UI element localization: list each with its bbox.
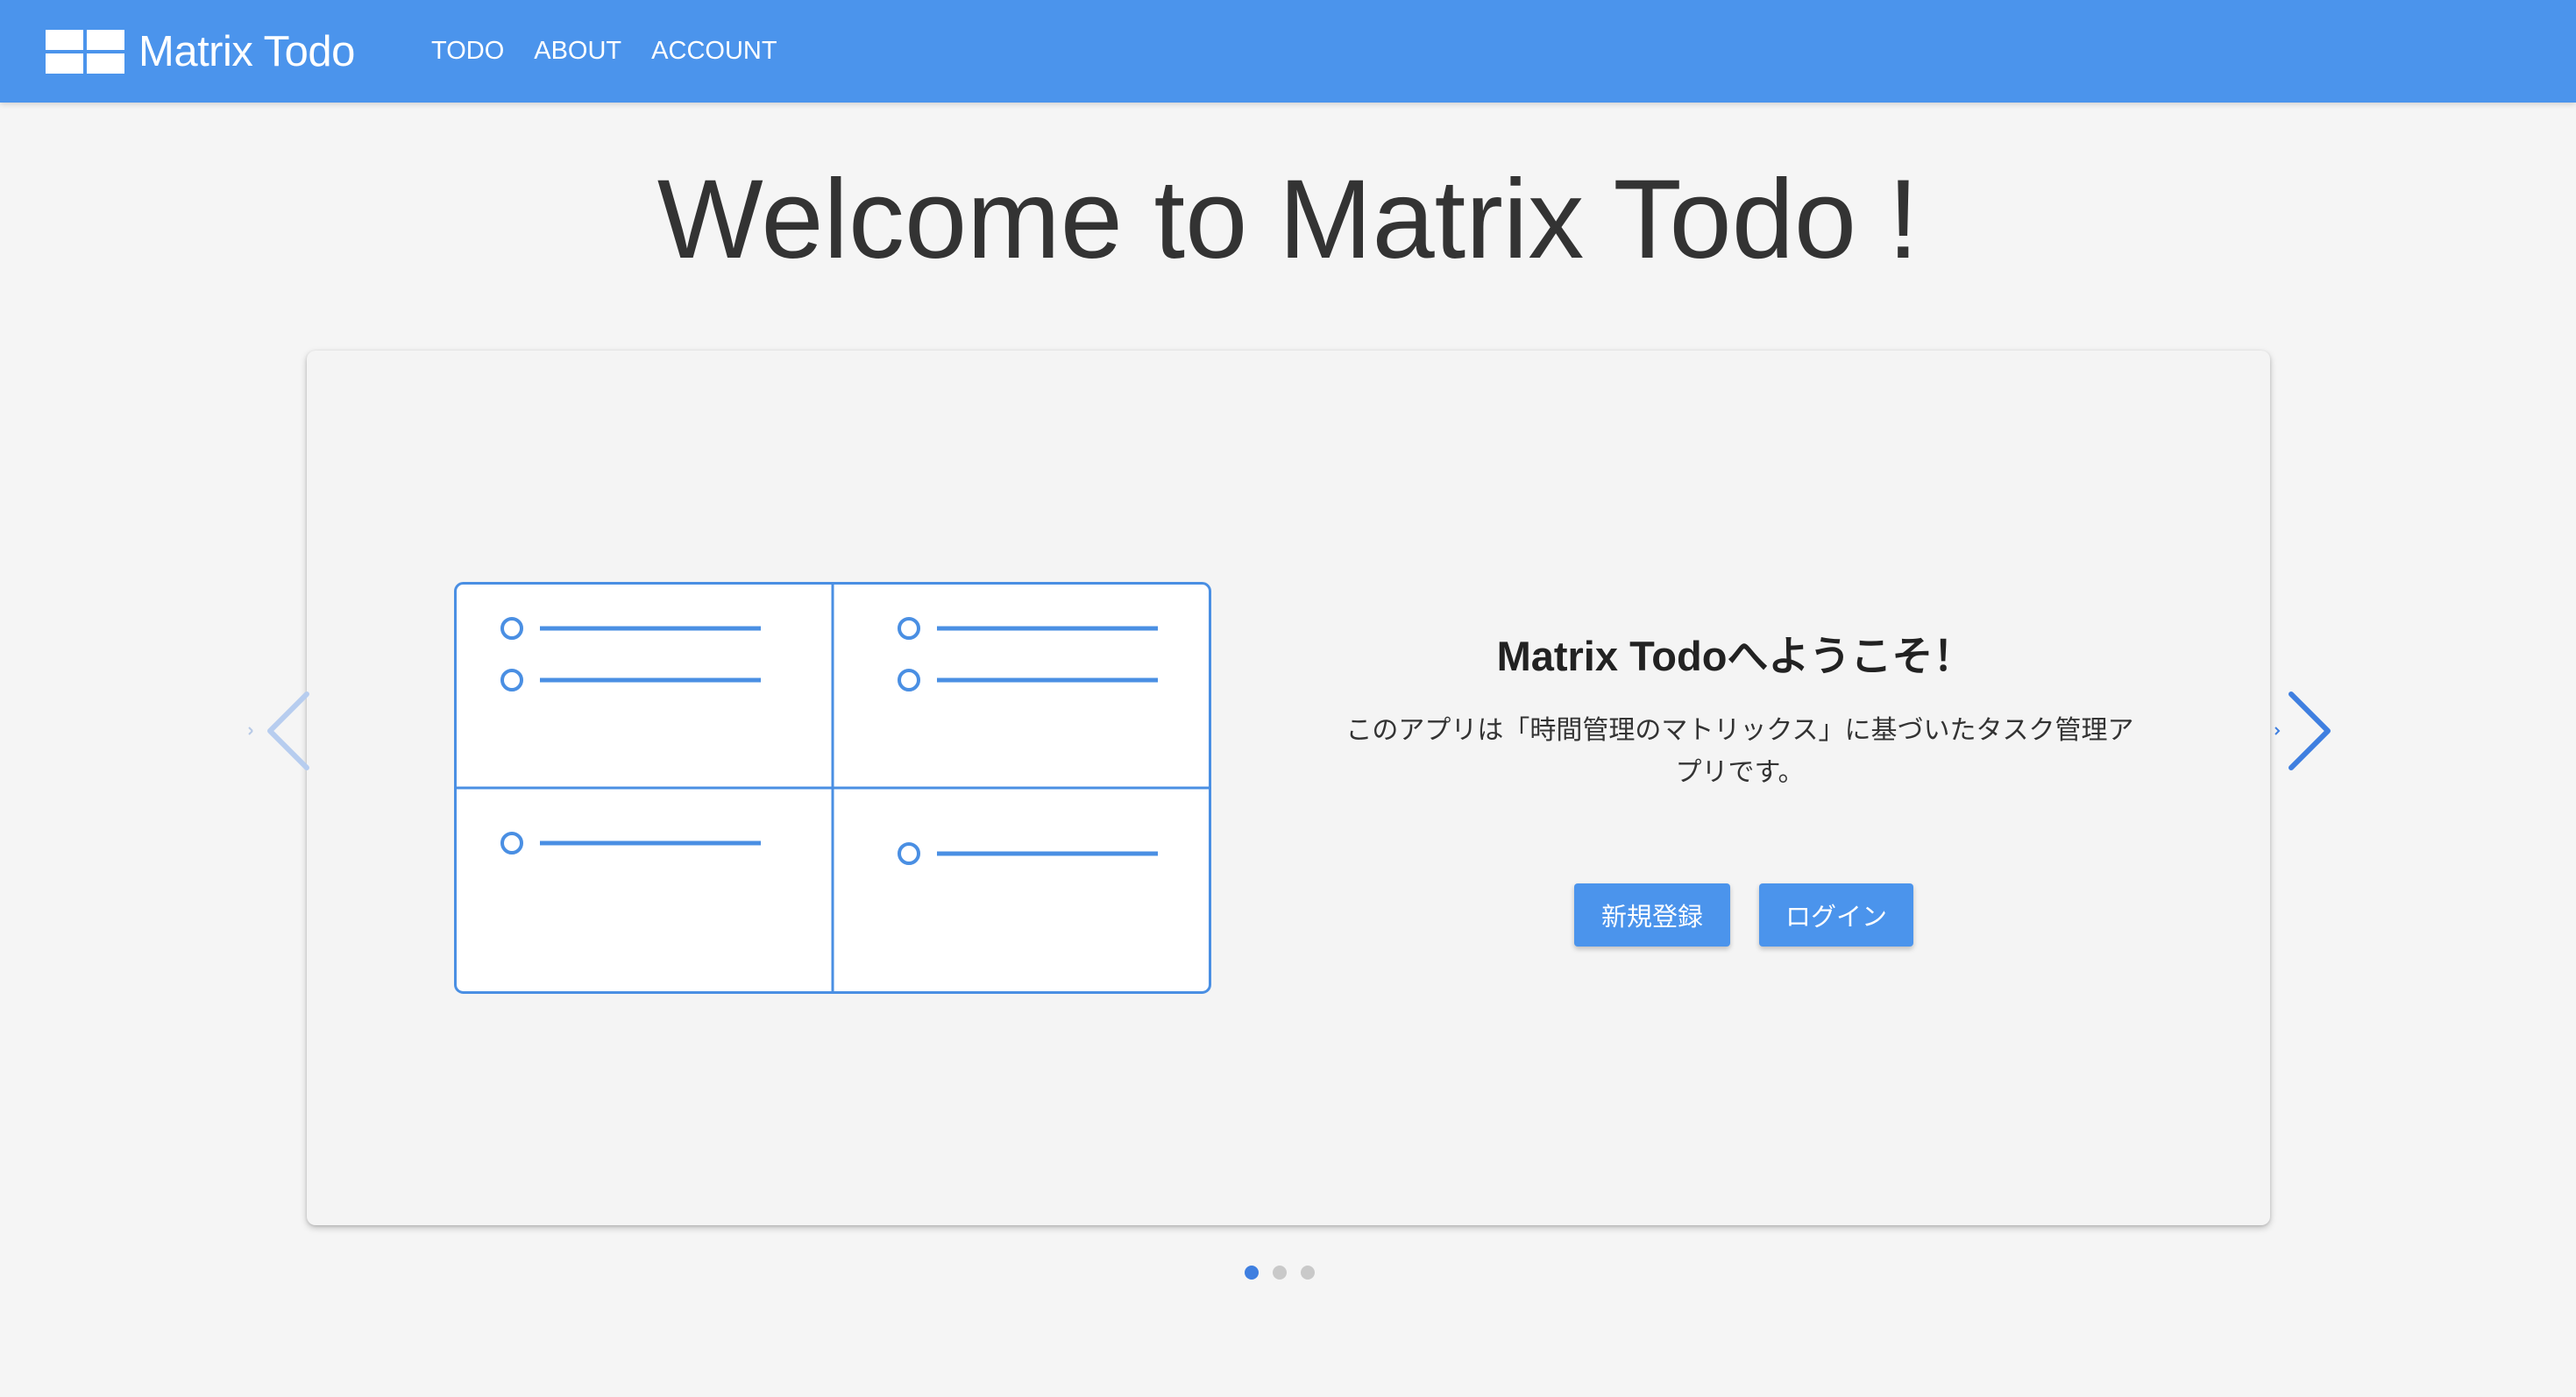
- slide-description-line-1: このアプリは「時間管理のマトリックス」に基づいたタスク管理ア: [1345, 716, 2134, 745]
- brand-name: Matrix Todo: [138, 27, 355, 75]
- slide-description-line-2: プリです。: [1675, 758, 1805, 787]
- carousel-indicator-3[interactable]: [1301, 1266, 1315, 1280]
- carousel-indicator-2[interactable]: [1273, 1266, 1287, 1280]
- carousel-prev-chevron-icon[interactable]: [245, 687, 310, 775]
- nav-links: TODO ABOUT ACCOUNT: [431, 0, 807, 103]
- carousel-indicators: [1245, 1266, 1329, 1280]
- nav-link-about[interactable]: ABOUT: [534, 37, 621, 66]
- login-button[interactable]: ログイン: [1759, 883, 1913, 947]
- carousel-next-chevron-icon[interactable]: [2270, 687, 2335, 775]
- matrix-logo-icon: [46, 29, 124, 74]
- carousel-indicator-1[interactable]: [1245, 1266, 1259, 1280]
- slide-description: このアプリは「時間管理のマトリックス」に基づいたタスク管理ア プリです。: [1306, 710, 2174, 794]
- brand-link[interactable]: Matrix Todo: [46, 0, 355, 103]
- register-button[interactable]: 新規登録: [1574, 883, 1730, 947]
- slide-heading: Matrix Todoへようこそ！: [1496, 633, 1975, 679]
- matrix-illustration: [454, 582, 1211, 994]
- top-navbar: Matrix Todo TODO ABOUT ACCOUNT: [0, 0, 2576, 103]
- nav-link-account[interactable]: ACCOUNT: [651, 37, 777, 66]
- nav-link-todo[interactable]: TODO: [431, 37, 504, 66]
- page-title: Welcome to Matrix Todo !: [656, 157, 1920, 282]
